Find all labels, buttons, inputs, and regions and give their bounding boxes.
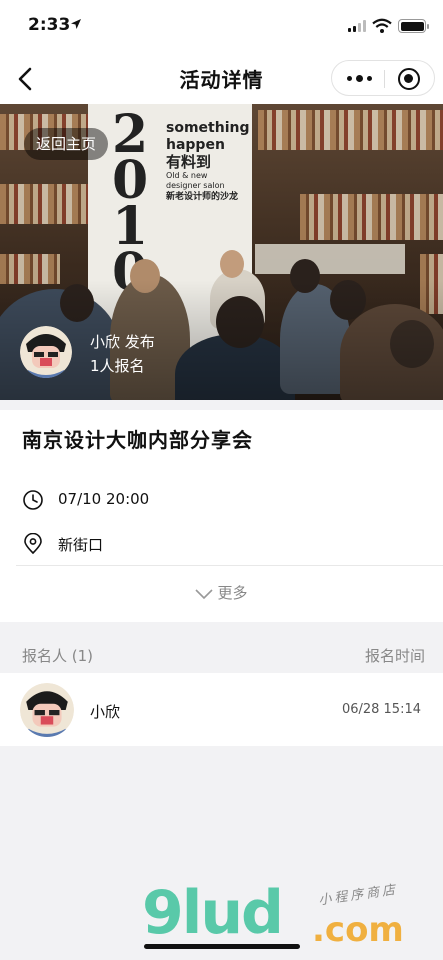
cellular-signal-icon [348, 20, 366, 32]
capsule-divider [384, 70, 385, 88]
show-more-button[interactable]: 更多 [0, 582, 443, 603]
poster-text: something happen 有料到 Old & new designer … [166, 120, 250, 202]
event-info-card: 南京设计大咖内部分享会 07/10 20:00 新街口 更多 [0, 410, 443, 622]
status-bar: 2:33 [0, 0, 443, 54]
wifi-icon [372, 18, 392, 33]
home-indicator[interactable] [144, 944, 300, 949]
attendee-avatar [20, 683, 74, 737]
close-miniprogram-icon[interactable] [398, 68, 420, 90]
clock-icon [23, 490, 43, 510]
watermark-tagline: 小程序商店 [317, 882, 399, 909]
status-time: 2:33 [28, 15, 71, 35]
location-arrow-icon [71, 19, 81, 29]
navigation-bar: 活动详情 [0, 54, 443, 104]
divider [16, 565, 443, 566]
miniprogram-capsule [331, 60, 435, 96]
watermark-suffix: .com [312, 910, 404, 950]
attendee-row[interactable]: 小欣 06/28 15:14 [0, 673, 443, 746]
publisher-avatar[interactable] [20, 326, 72, 378]
battery-icon [398, 19, 429, 33]
show-more-label: 更多 [217, 584, 248, 602]
attendee-signup-time: 06/28 15:14 [341, 702, 421, 717]
chevron-down-icon [195, 588, 214, 599]
location-pin-icon [24, 533, 42, 555]
publisher-name: 小欣 发布 [90, 333, 155, 351]
event-banner-image: 2010 something happen 有料到 Old & new desi… [0, 104, 443, 400]
return-home-button[interactable]: 返回主页 [24, 128, 109, 160]
attendee-count-header: 报名人 (1) [22, 647, 94, 665]
more-options-icon[interactable] [347, 75, 372, 82]
watermark-logo: 9lud [142, 878, 284, 948]
event-location[interactable]: 新街口 [58, 534, 103, 555]
signup-count: 1人报名 [90, 357, 145, 375]
attendee-name: 小欣 [90, 703, 121, 721]
event-title: 南京设计大咖内部分享会 [22, 428, 253, 452]
signup-time-header: 报名时间 [364, 647, 425, 665]
event-datetime: 07/10 20:00 [58, 490, 150, 508]
